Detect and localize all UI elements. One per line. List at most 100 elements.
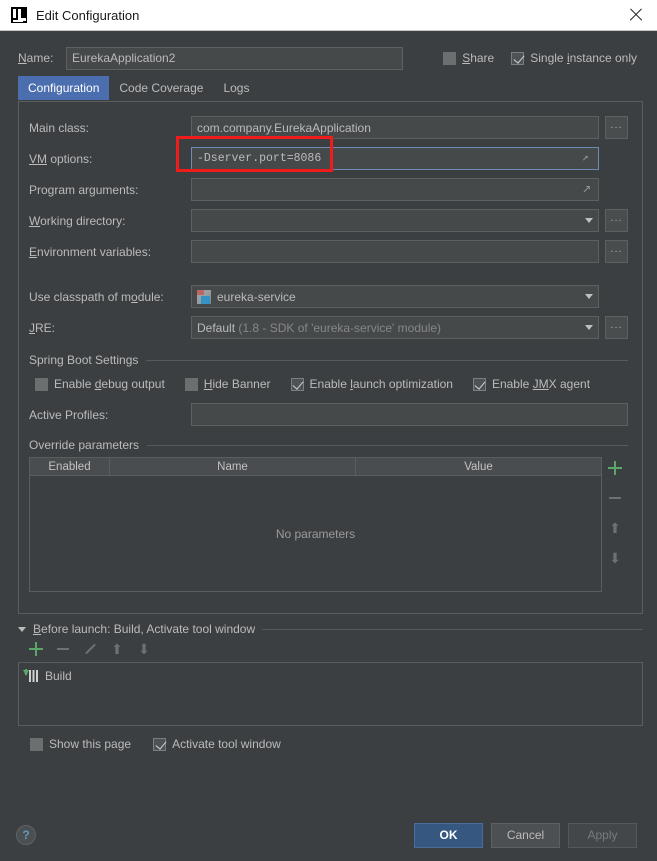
override-parameters-title: Override parameters bbox=[29, 438, 628, 452]
chevron-down-icon[interactable] bbox=[579, 286, 598, 307]
chevron-down-icon[interactable] bbox=[579, 317, 598, 338]
main-class-browse-button[interactable]: ... bbox=[605, 116, 628, 139]
vm-options-value: -Dserver.port=8086 bbox=[197, 152, 322, 165]
list-item[interactable]: Build bbox=[23, 667, 642, 685]
single-instance-only-checkbox[interactable]: Single instance only bbox=[511, 51, 637, 65]
enable-jmx-agent-checkbox[interactable]: Enable JMX agent bbox=[472, 377, 591, 391]
triangle-down-icon[interactable] bbox=[18, 626, 26, 632]
hide-banner-label: Hide Banner bbox=[203, 377, 271, 391]
show-this-page-box bbox=[30, 737, 43, 751]
help-icon[interactable]: ? bbox=[16, 825, 36, 845]
enable-jmx-agent-label: Enable JMX agent bbox=[491, 377, 591, 391]
environment-variables-browse-button[interactable]: ... bbox=[605, 240, 628, 263]
program-arguments-label: Program arguments: bbox=[29, 182, 139, 197]
working-directory-label: Working directory: bbox=[29, 213, 126, 228]
show-this-page-checkbox[interactable]: Show this page bbox=[30, 737, 131, 751]
environment-variables-input[interactable] bbox=[191, 240, 599, 263]
column-header-name[interactable]: Name bbox=[110, 458, 356, 475]
classpath-module-combo[interactable]: eureka-service bbox=[191, 285, 599, 308]
hide-banner-checkbox[interactable]: Hide Banner bbox=[184, 377, 271, 391]
plus-icon[interactable] bbox=[607, 460, 623, 476]
section-divider bbox=[146, 359, 628, 361]
main-class-input[interactable]: com.company.EurekaApplication bbox=[191, 116, 599, 139]
dialog-body: Name: Share Single instance only Configu… bbox=[0, 31, 657, 861]
tab-code-coverage[interactable]: Code Coverage bbox=[109, 76, 213, 100]
enable-debug-output-box bbox=[35, 377, 48, 391]
jre-value-hint: (1.8 - SDK of 'eureka-service' module) bbox=[238, 320, 442, 335]
classpath-module-value: eureka-service bbox=[217, 289, 296, 304]
section-divider bbox=[262, 628, 643, 630]
pencil-icon[interactable] bbox=[82, 641, 98, 657]
name-label: Name: bbox=[18, 51, 54, 65]
before-launch-list: Build bbox=[18, 662, 643, 726]
working-directory-row: Working directory: ... bbox=[29, 205, 628, 236]
before-launch-toolbar: ⬆ ⬇ bbox=[18, 636, 643, 662]
arrow-down-icon[interactable]: ⬇ bbox=[136, 641, 152, 657]
tab-bar: Configuration Code Coverage Logs bbox=[0, 73, 657, 100]
ok-button[interactable]: OK bbox=[414, 822, 483, 848]
window-title: Edit Configuration bbox=[36, 7, 140, 23]
vm-options-label: VM options: bbox=[29, 151, 93, 166]
jre-value-wrap: Default (1.8 - SDK of 'eureka-service' m… bbox=[197, 321, 579, 335]
working-directory-browse-button[interactable]: ... bbox=[605, 209, 628, 232]
single-instance-only-checkbox-box bbox=[511, 51, 525, 65]
jre-combo[interactable]: Default (1.8 - SDK of 'eureka-service' m… bbox=[191, 316, 599, 339]
before-launch-title: Before launch: Build, Activate tool wind… bbox=[33, 622, 256, 636]
vm-options-input[interactable]: -Dserver.port=8086 ↗ bbox=[191, 147, 599, 170]
arrow-up-icon[interactable]: ⬆ bbox=[607, 520, 623, 536]
enable-launch-optimization-checkbox[interactable]: Enable launch optimization bbox=[290, 377, 453, 391]
column-header-value[interactable]: Value bbox=[356, 458, 601, 475]
footer-buttons: OK Cancel Apply bbox=[414, 822, 641, 848]
window-titlebar: Edit Configuration bbox=[0, 0, 657, 31]
enable-debug-output-label: Enable debug output bbox=[54, 377, 165, 391]
minus-icon[interactable] bbox=[607, 490, 623, 506]
before-launch-title-row: Before launch: Build, Activate tool wind… bbox=[18, 622, 643, 636]
apply-button[interactable]: Apply bbox=[568, 822, 637, 848]
chevron-down-icon[interactable] bbox=[579, 210, 598, 231]
enable-launch-optimization-label: Enable launch optimization bbox=[309, 377, 453, 391]
jre-label: JRE: bbox=[29, 320, 56, 335]
active-profiles-label: Active Profiles: bbox=[29, 407, 109, 422]
main-class-label: Main class: bbox=[29, 120, 90, 135]
share-checkbox-box bbox=[443, 51, 457, 65]
minus-icon[interactable] bbox=[55, 641, 71, 657]
override-parameters-label: Override parameters bbox=[29, 438, 140, 452]
enable-jmx-agent-box bbox=[472, 377, 486, 391]
plus-icon[interactable] bbox=[28, 641, 44, 657]
program-arguments-input[interactable]: ↗ bbox=[191, 178, 599, 201]
before-launch-options: Show this page Activate tool window bbox=[18, 728, 643, 760]
tab-logs[interactable]: Logs bbox=[213, 76, 259, 100]
cancel-button[interactable]: Cancel bbox=[491, 822, 560, 848]
table-empty-message: No parameters bbox=[275, 526, 356, 541]
spring-boot-settings-label: Spring Boot Settings bbox=[29, 353, 139, 367]
spring-boot-checkbox-row: Enable debug output Hide Banner Enable l… bbox=[29, 369, 628, 399]
before-launch-section: Before launch: Build, Activate tool wind… bbox=[18, 622, 643, 760]
single-instance-only-label: Single instance only bbox=[530, 51, 637, 65]
column-header-enabled[interactable]: Enabled bbox=[30, 458, 110, 475]
share-checkbox[interactable]: Share bbox=[443, 51, 494, 65]
share-label: Share bbox=[462, 51, 495, 65]
enable-launch-optimization-box bbox=[290, 377, 304, 391]
before-launch-item-label: Build bbox=[45, 669, 72, 683]
expand-arrows-icon[interactable]: ↗ bbox=[582, 184, 593, 195]
expand-arrows-icon[interactable]: ↗ bbox=[582, 153, 593, 164]
configuration-name-input[interactable] bbox=[66, 46, 403, 70]
close-icon[interactable] bbox=[625, 4, 647, 26]
arrow-up-icon[interactable]: ⬆ bbox=[109, 641, 125, 657]
working-directory-input[interactable] bbox=[191, 209, 599, 232]
table-header-row: Enabled Name Value bbox=[30, 458, 601, 476]
program-arguments-row: Program arguments: ↗ bbox=[29, 174, 628, 205]
spring-boot-settings-title: Spring Boot Settings bbox=[29, 353, 628, 367]
activate-tool-window-label: Activate tool window bbox=[172, 737, 281, 751]
tab-configuration[interactable]: Configuration bbox=[18, 76, 110, 100]
jre-browse-button[interactable]: ... bbox=[605, 316, 628, 339]
enable-debug-output-checkbox[interactable]: Enable debug output bbox=[35, 377, 165, 391]
active-profiles-input[interactable] bbox=[191, 403, 628, 426]
active-profiles-row: Active Profiles: bbox=[29, 399, 628, 430]
module-icon bbox=[197, 289, 211, 304]
name-row: Name: Share Single instance only bbox=[0, 31, 657, 73]
arrow-down-icon[interactable]: ⬇ bbox=[607, 550, 623, 566]
activate-tool-window-checkbox[interactable]: Activate tool window bbox=[153, 737, 281, 751]
override-parameters-table: Enabled Name Value No parameters bbox=[29, 457, 602, 592]
override-parameters-table-area: Enabled Name Value No parameters ⬆ ⬇ bbox=[29, 457, 628, 592]
